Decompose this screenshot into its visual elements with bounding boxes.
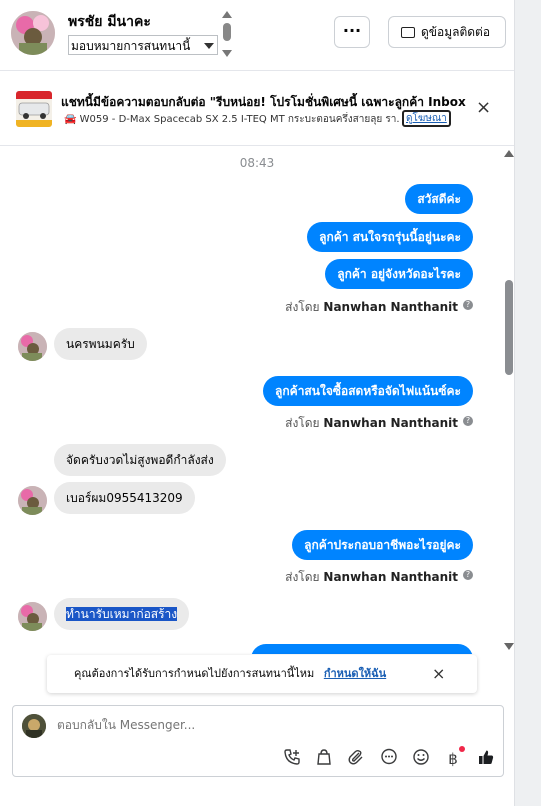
help-icon[interactable]: ? [463, 300, 473, 310]
close-icon[interactable]: × [476, 99, 491, 117]
ad-subtitle-text: W059 - D-Max Spacecab SX 2.5 I-TEQ MT กร… [79, 114, 399, 125]
sent-by-prefix: ส่งโดย [285, 416, 320, 430]
sent-by-prefix: ส่งโดย [285, 570, 320, 584]
message-thread: 08:43 สวัสดีค่ะ ลูกค้า สนใจรถรุ่นนี้อยู่… [0, 146, 514, 654]
scroll-up-arrow-icon[interactable] [222, 11, 232, 18]
selected-text: ทำนารับเหมาก่อสร้าง [66, 607, 178, 621]
phone-plus-icon[interactable] [281, 748, 303, 770]
incoming-message[interactable]: นครพนมครับ [54, 328, 147, 360]
reply-input[interactable] [57, 718, 357, 732]
sent-by-label: ส่งโดย Nanwhan Nanthanit [285, 414, 458, 433]
outgoing-message[interactable]: ลูกค้าประกอบอาชีพอะไรอยู่คะ [292, 530, 473, 560]
outgoing-message[interactable]: สวัสดีค่ะ [405, 184, 473, 214]
conversation-header: พรชัย มีนาคะ มอบหมายการสนทนานี้ ··· ดูข้… [0, 0, 514, 71]
assign-notice: คุณต้องการได้รับการกำหนดไปยังการสนทนานี้… [47, 655, 477, 693]
sent-by-name: Nanwhan Nanthanit [323, 416, 458, 430]
thread-scrollbar[interactable] [504, 150, 514, 650]
notification-dot [459, 746, 465, 752]
outgoing-message[interactable]: ลูกค้า สนใจรถรุ่นนี้อยู่นะคะ [307, 222, 473, 252]
composer-toolbar: ฿ [281, 746, 499, 770]
view-ad-link[interactable]: ดูโฆษณา [402, 110, 451, 127]
help-icon[interactable]: ? [463, 570, 473, 580]
chevron-down-icon [204, 43, 214, 49]
scroll-thumb[interactable] [223, 23, 231, 41]
close-icon[interactable]: × [432, 655, 445, 693]
contact-avatar-small [18, 486, 47, 515]
more-options-button[interactable]: ··· [334, 16, 370, 48]
shopping-bag-icon[interactable] [313, 748, 335, 770]
incoming-message[interactable]: เบอร์ผม0955413209 [54, 482, 195, 514]
scroll-up-arrow-icon[interactable] [504, 150, 514, 157]
contact-avatar[interactable] [11, 11, 55, 55]
assign-notice-text: คุณต้องการได้รับการกำหนดไปยังการสนทนานี้… [74, 667, 315, 680]
chat-bubble-icon[interactable] [378, 748, 400, 770]
contact-card-icon [401, 27, 415, 38]
assign-conversation-select[interactable]: มอบหมายการสนทนานี้ [68, 35, 218, 55]
contact-name[interactable]: พรชัย มีนาคะ [68, 11, 151, 33]
ad-subtitle: 🚘 W059 - D-Max Spacecab SX 2.5 I-TEQ MT … [64, 112, 399, 127]
scroll-thumb[interactable] [505, 280, 513, 375]
ad-thumbnail[interactable] [16, 91, 52, 127]
page-avatar [22, 714, 46, 738]
view-contact-info-button[interactable]: ดูข้อมูลติดต่อ [388, 16, 506, 48]
assign-to-me-link[interactable]: กำหนดให้ฉัน [324, 667, 386, 680]
thumbs-up-icon[interactable] [475, 748, 497, 770]
assign-label: มอบหมายการสนทนานี้ [71, 39, 191, 53]
sent-by-label: ส่งโดย Nanwhan Nanthanit [285, 298, 458, 317]
contact-avatar-small [18, 602, 47, 631]
sent-by-label: ส่งโดย Nanwhan Nanthanit [285, 568, 458, 587]
chat-panel: พรชัย มีนาคะ มอบหมายการสนทนานี้ ··· ดูข้… [0, 0, 515, 806]
paperclip-icon[interactable] [345, 748, 367, 770]
header-mini-scrollbar[interactable] [221, 11, 233, 57]
smiley-icon[interactable] [410, 748, 432, 770]
outgoing-message[interactable]: ลูกค้า อยู่จังหวัดอะไรคะ [325, 259, 473, 289]
outgoing-message[interactable]: ลูกค้าสนใจซื้อสดหรือจัดไฟแน้นซ์คะ [263, 376, 473, 406]
car-icon: 🚘 [64, 114, 80, 125]
sent-by-name: Nanwhan Nanthanit [323, 570, 458, 584]
incoming-message[interactable]: ทำนารับเหมาก่อสร้าง [54, 598, 190, 630]
scroll-down-arrow-icon[interactable] [504, 643, 514, 650]
reply-composer: ฿ [12, 705, 504, 777]
ad-context-bar: แชทนี้มีข้อความตอบกลับต่อ "รีบหน่อย! โปร… [0, 71, 514, 146]
message-timestamp: 08:43 [239, 156, 275, 170]
contact-avatar-small [18, 332, 47, 361]
outgoing-message-partial[interactable] [251, 644, 473, 654]
help-icon[interactable]: ? [463, 416, 473, 426]
incoming-message[interactable]: จัดครับงวดไม่สูงพอดีกำลังส่ง [54, 444, 226, 476]
contact-info-label: ดูข้อมูลติดต่อ [421, 25, 491, 39]
scroll-down-arrow-icon[interactable] [222, 50, 232, 57]
sent-by-prefix: ส่งโดย [285, 300, 320, 314]
sent-by-name: Nanwhan Nanthanit [323, 300, 458, 314]
